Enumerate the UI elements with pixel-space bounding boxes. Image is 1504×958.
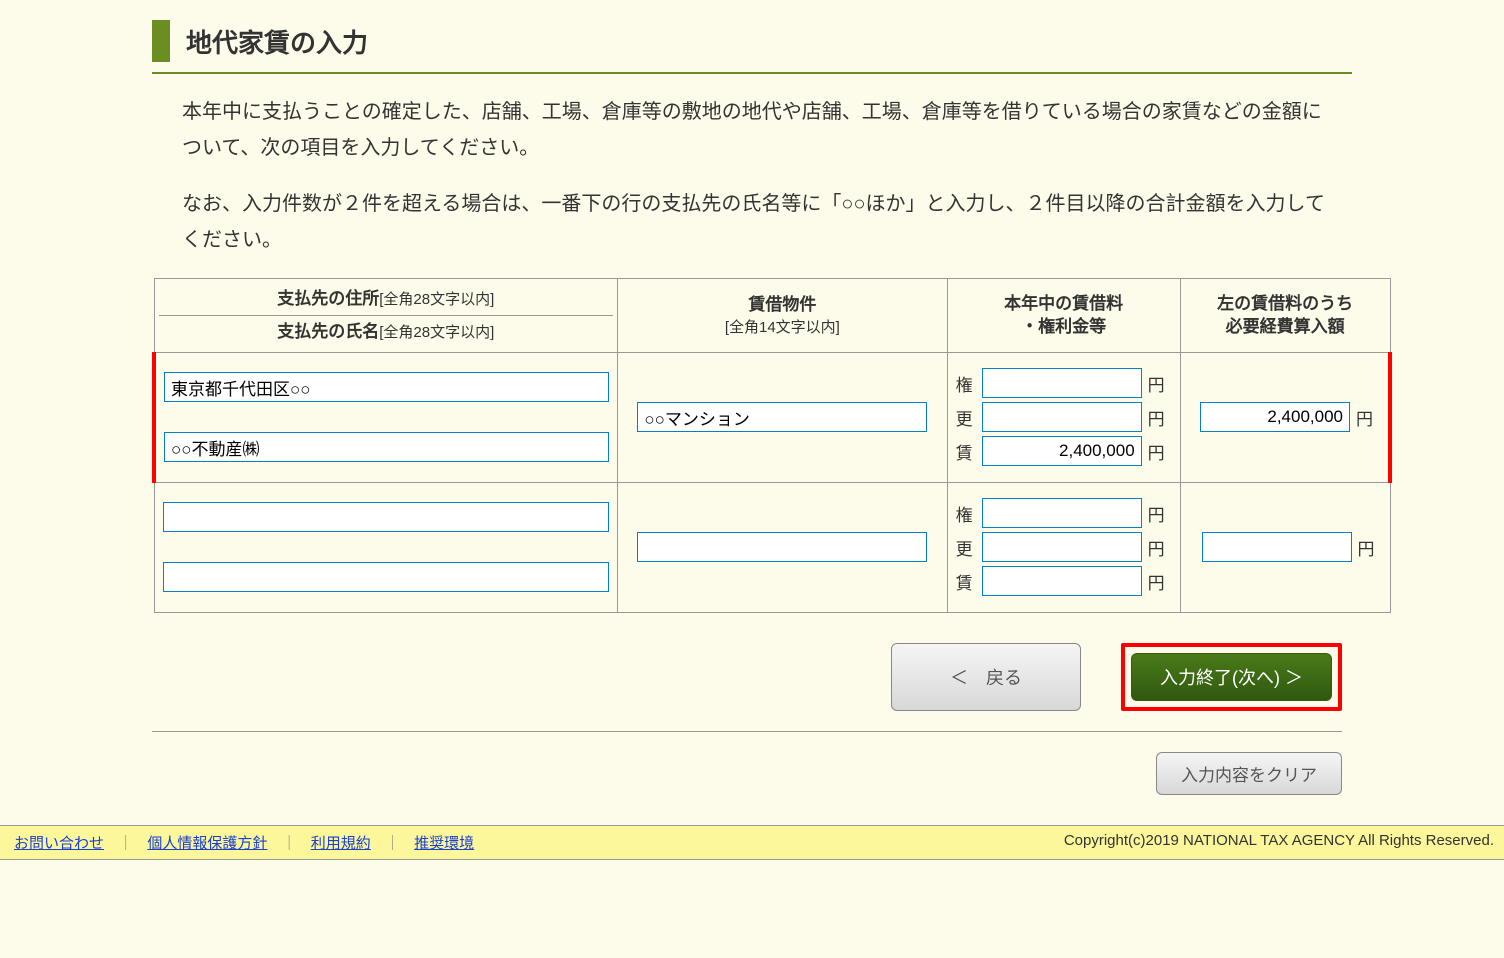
th-property: 賃借物件 [622, 293, 943, 317]
fee-kou-label: 更 [956, 405, 976, 430]
yen-unit: 円 [1148, 569, 1172, 594]
th-fees: 本年中の賃借料 ・権利金等 [947, 279, 1180, 353]
th-addr-note: [全角28文字以内] [379, 291, 494, 308]
next-button-highlight: 入力終了(次へ) ＞ [1121, 643, 1342, 711]
yen-unit: 円 [1148, 371, 1172, 396]
fee-ken-label: 権 [956, 371, 976, 396]
back-button[interactable]: ＜ 戻る [891, 643, 1081, 711]
th-property-note: [全角14文字以内] [622, 317, 943, 338]
fee-kou-input[interactable] [982, 402, 1142, 432]
fee-chin-label: 賃 [956, 569, 976, 594]
property-input[interactable] [637, 402, 927, 432]
footer-link-terms[interactable]: 利用規約 [311, 835, 371, 852]
clear-row: 入力内容をクリア [152, 752, 1342, 795]
yen-unit: 円 [1356, 405, 1380, 430]
addr-input[interactable] [163, 502, 610, 532]
fee-ken-input[interactable] [982, 368, 1142, 398]
property-input[interactable] [637, 532, 927, 562]
footer-link-env[interactable]: 推奨環境 [414, 835, 474, 852]
footer-link-privacy[interactable]: 個人情報保護方針 [147, 835, 267, 852]
next-button[interactable]: 入力終了(次へ) ＞ [1131, 653, 1332, 701]
fee-kou-label: 更 [956, 535, 976, 560]
name-input[interactable] [163, 562, 610, 592]
yen-unit: 円 [1358, 535, 1382, 560]
th-expense: 左の賃借料のうち 必要経費算入額 [1180, 279, 1390, 353]
fee-kou-input[interactable] [982, 532, 1142, 562]
footer: お問い合わせ ｜ 個人情報保護方針 ｜ 利用規約 ｜ 推奨環境 Copyrigh… [0, 825, 1504, 860]
description-1: 本年中に支払うことの確定した、店舗、工場、倉庫等の敷地の地代や店舗、工場、倉庫等… [182, 94, 1332, 166]
page-title-row: 地代家賃の入力 [152, 20, 1352, 74]
fee-chin-input[interactable] [982, 436, 1142, 466]
clear-button[interactable]: 入力内容をクリア [1156, 752, 1342, 795]
fee-chin-input[interactable] [982, 566, 1142, 596]
footer-copyright: Copyright(c)2019 NATIONAL TAX AGENCY All… [1064, 832, 1494, 849]
th-name: 支払先の氏名 [277, 322, 379, 341]
table-row: 権 円 更 円 賃 円 [154, 352, 1390, 482]
th-addr: 支払先の住所 [277, 289, 379, 308]
table-row: 権 円 更 円 賃 円 [154, 482, 1390, 612]
th-name-note: [全角28文字以内] [379, 324, 494, 341]
fee-ken-input[interactable] [982, 498, 1142, 528]
yen-unit: 円 [1148, 535, 1172, 560]
button-row: ＜ 戻る 入力終了(次へ) ＞ [152, 643, 1342, 732]
fee-chin-label: 賃 [956, 439, 976, 464]
description-2: なお、入力件数が２件を超える場合は、一番下の行の支払先の氏名等に「○○ほか」と入… [182, 186, 1332, 258]
yen-unit: 円 [1148, 501, 1172, 526]
page-title: 地代家賃の入力 [186, 23, 368, 60]
footer-link-contact[interactable]: お問い合わせ [14, 835, 104, 852]
yen-unit: 円 [1148, 405, 1172, 430]
title-accent-bar [152, 20, 170, 62]
addr-input[interactable] [164, 372, 609, 402]
footer-links: お問い合わせ ｜ 個人情報保護方針 ｜ 利用規約 ｜ 推奨環境 [10, 832, 478, 853]
name-input[interactable] [164, 432, 609, 462]
fee-ken-label: 権 [956, 501, 976, 526]
expense-input[interactable] [1202, 532, 1352, 562]
rent-input-table: 支払先の住所[全角28文字以内] 支払先の氏名[全角28文字以内] 賃借物件 [… [152, 278, 1392, 613]
expense-input[interactable] [1200, 402, 1350, 432]
yen-unit: 円 [1148, 439, 1172, 464]
